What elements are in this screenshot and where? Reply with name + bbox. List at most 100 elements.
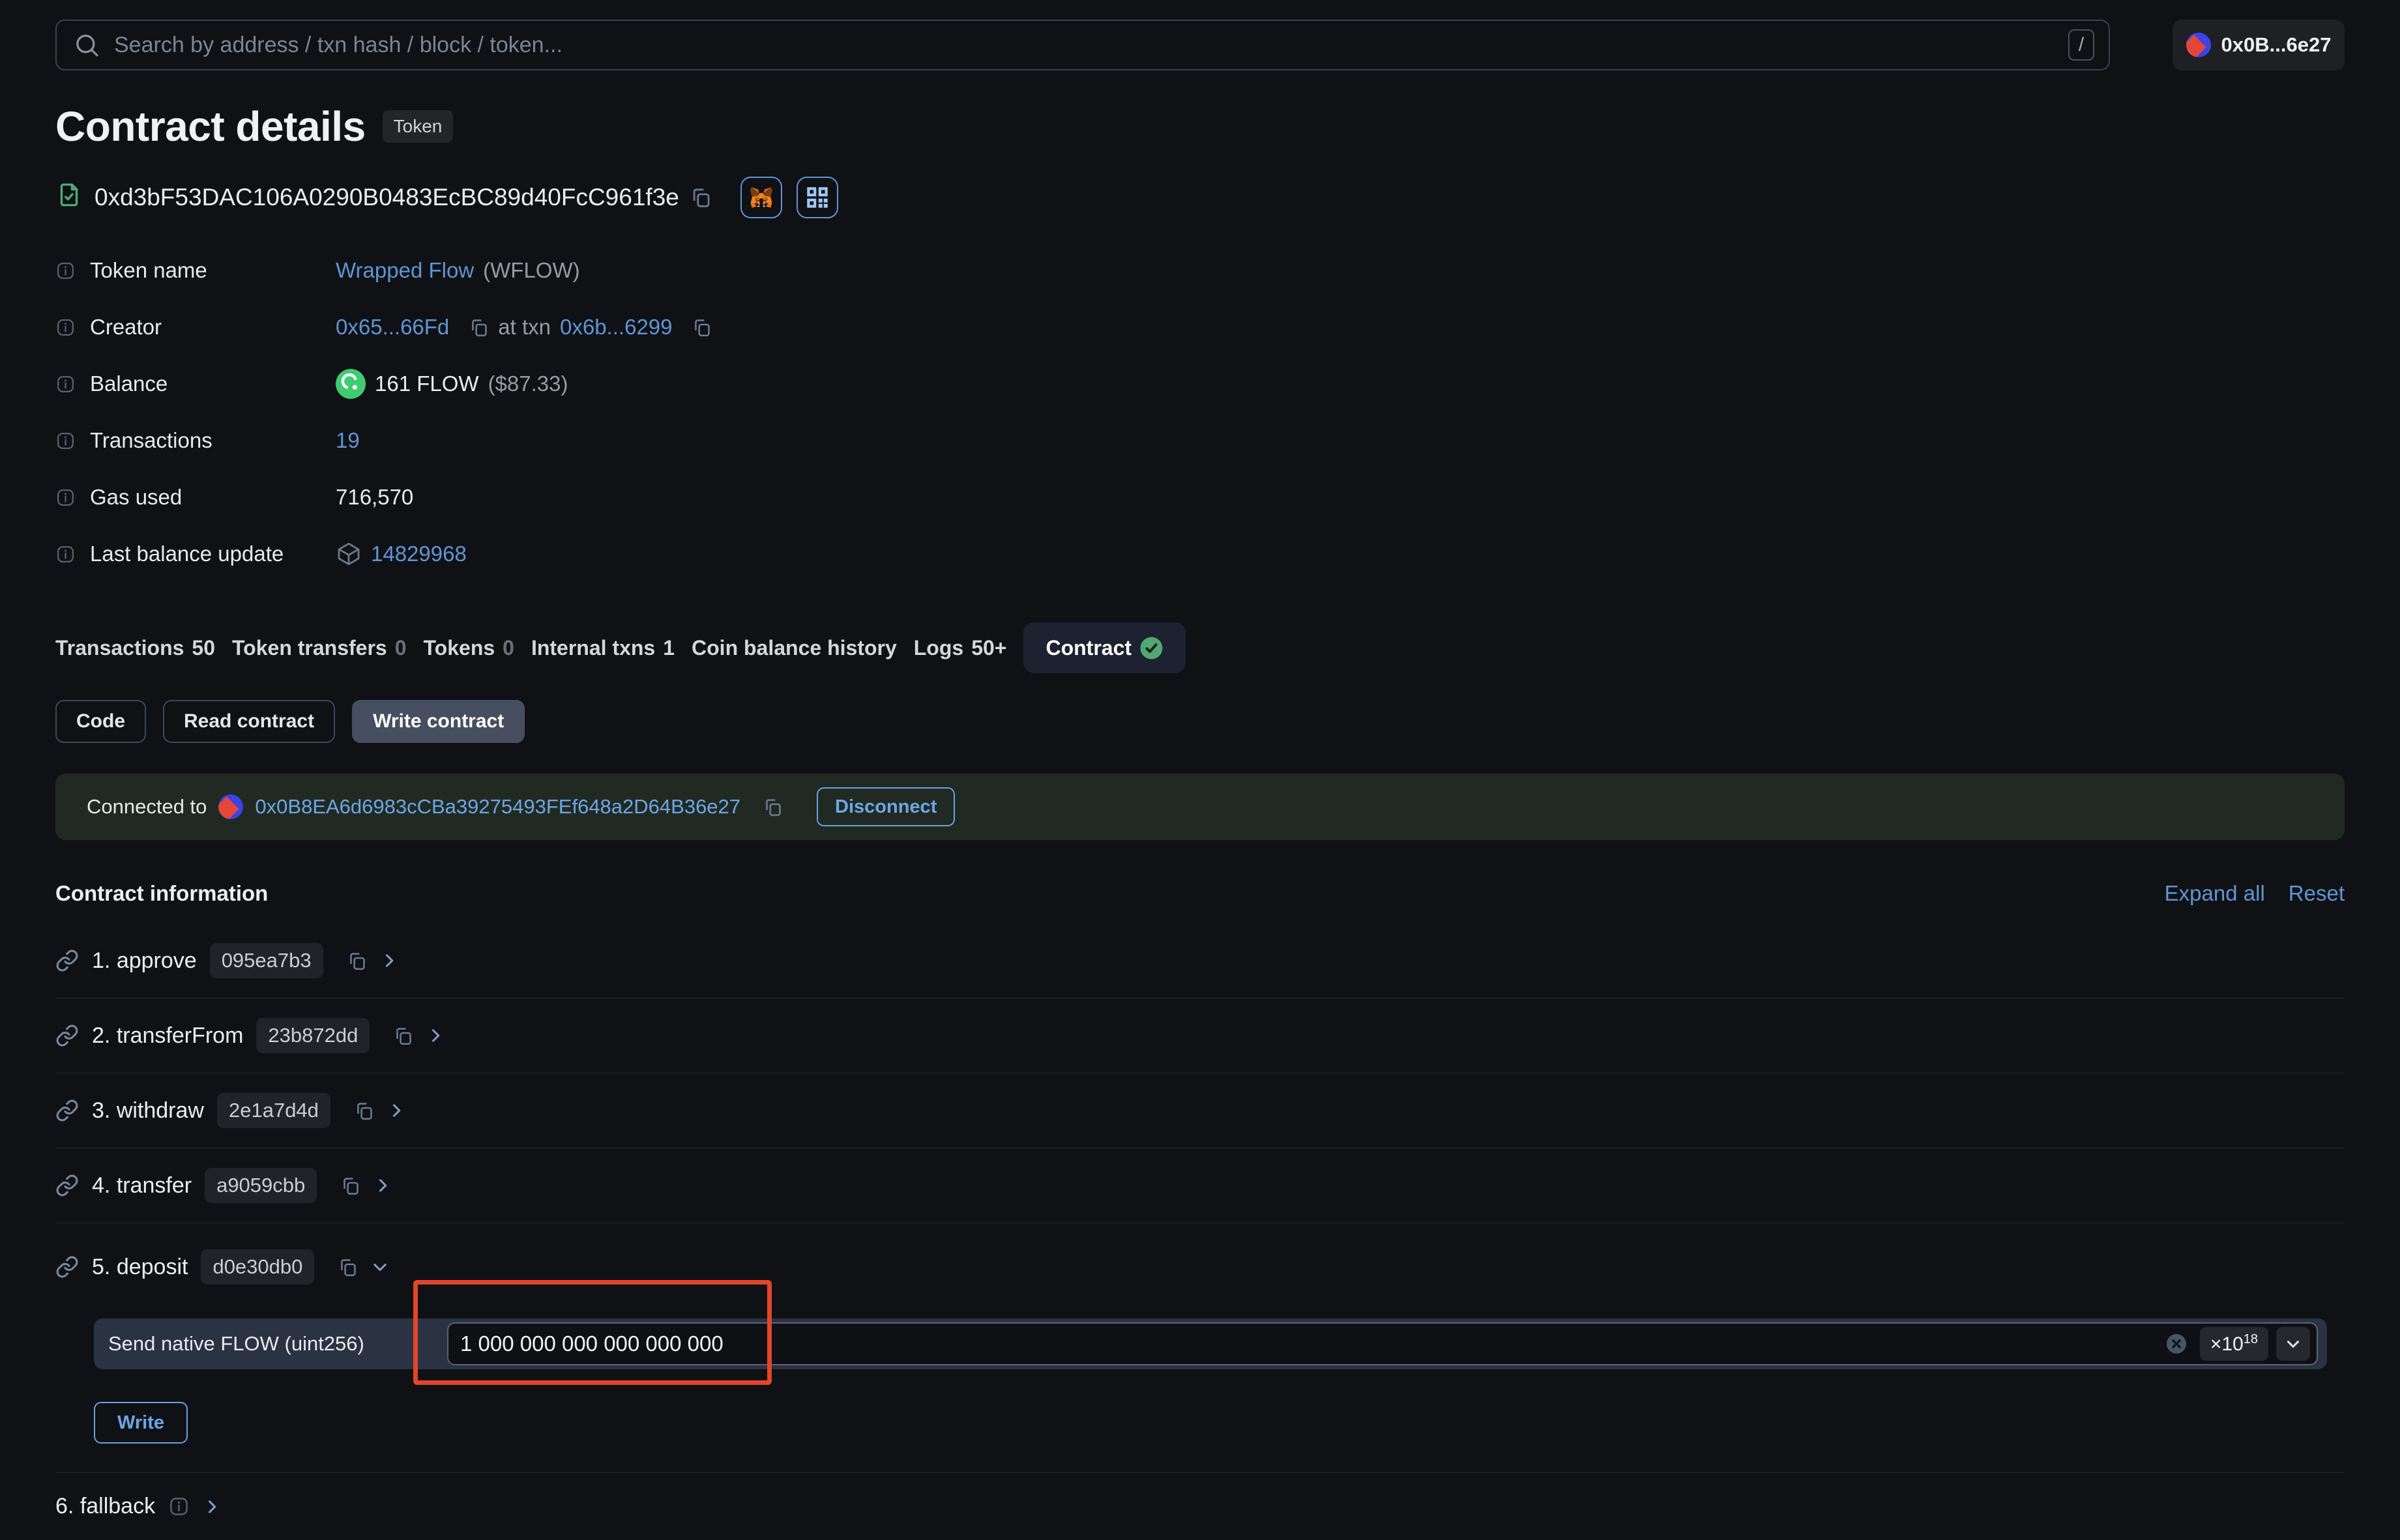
chevron-down-icon[interactable]	[371, 1258, 389, 1276]
fallback-info-icon[interactable]	[168, 1496, 190, 1517]
wallet-account-button[interactable]: 0x0B...6e27	[2173, 20, 2345, 70]
tab-count: 50+	[971, 636, 1006, 660]
connected-wallet-address[interactable]: 0x0B8EA6d6983cCBa39275493FEf648a2D64B36e…	[255, 795, 740, 819]
last-balance-update-block-link[interactable]: 14829968	[371, 542, 467, 566]
expand-all-link[interactable]: Expand all	[2165, 881, 2265, 906]
gas-used-value: 716,570	[336, 485, 413, 510]
method-block-deposit: 5. deposit d0e30db0 Send native FLOW (ui…	[55, 1223, 2345, 1473]
method-name: 3. withdraw	[92, 1098, 204, 1124]
deposit-form-row: Send native FLOW (uint256) ×1018	[94, 1318, 2327, 1369]
method-row-deposit[interactable]: 5. deposit d0e30db0	[55, 1223, 2345, 1304]
tab-token-transfers[interactable]: Token transfers0	[232, 622, 407, 673]
search-bar[interactable]: /	[55, 20, 2110, 70]
transactions-count-link[interactable]: 19	[336, 428, 360, 453]
block-cube-icon	[336, 541, 362, 567]
contract-info-table: Token name Wrapped Flow (WFLOW) Creator …	[55, 255, 2345, 569]
link-anchor-icon[interactable]	[55, 1024, 79, 1047]
method-selector-badge: d0e30db0	[201, 1249, 314, 1285]
qr-code-button[interactable]	[797, 177, 838, 218]
at-txn-label: at txn	[498, 315, 551, 340]
balance-usd: ($87.33)	[488, 371, 568, 396]
copy-connected-address-icon[interactable]	[763, 797, 783, 817]
amount-input[interactable]	[460, 1331, 2165, 1356]
multiplier-dropdown-button[interactable]	[2276, 1327, 2310, 1361]
tab-count: 1	[663, 636, 675, 660]
tab-coin-balance-history[interactable]: Coin balance history	[692, 622, 897, 673]
write-button[interactable]: Write	[94, 1402, 188, 1444]
copy-selector-icon[interactable]	[354, 1101, 374, 1121]
token-type-badge: Token	[383, 110, 454, 143]
method-row-withdraw[interactable]: 3. withdraw 2e1a7d4d	[55, 1073, 2345, 1148]
tab-tokens[interactable]: Tokens0	[424, 622, 514, 673]
copy-selector-icon[interactable]	[393, 1026, 413, 1046]
tab-logs[interactable]: Logs50+	[914, 622, 1007, 673]
info-label-text: Token name	[90, 258, 207, 283]
tab-transactions[interactable]: Transactions50	[55, 622, 215, 673]
contract-information-header: Contract information Expand all Reset	[55, 879, 2345, 908]
copy-address-icon[interactable]	[690, 186, 712, 209]
info-label-text: Gas used	[90, 485, 182, 510]
contract-details-page: / 0x0B...6e27 Contract details Token 0xd…	[0, 20, 2400, 1540]
method-row-approve[interactable]: 1. approve 095ea7b3	[55, 923, 2345, 998]
subtab-code[interactable]: Code	[55, 700, 146, 743]
method-selector-badge: 095ea7b3	[210, 943, 323, 978]
search-input[interactable]	[114, 33, 2068, 58]
disconnect-button[interactable]: Disconnect	[817, 787, 955, 826]
info-row-token-name: Token name Wrapped Flow (WFLOW)	[55, 255, 2345, 285]
reset-link[interactable]: Reset	[2289, 881, 2345, 906]
info-hint-icon[interactable]	[55, 431, 76, 451]
connected-to-label: Connected to	[87, 795, 207, 819]
info-label-text: Balance	[90, 371, 168, 396]
subtab-write-contract[interactable]: Write contract	[352, 700, 525, 743]
info-hint-icon[interactable]	[55, 487, 76, 508]
method-name: 4. transfer	[92, 1173, 192, 1199]
info-hint-icon[interactable]	[55, 317, 76, 338]
qr-code-icon	[804, 184, 831, 211]
flow-token-icon	[336, 369, 366, 399]
method-name: 6. fallback	[55, 1494, 155, 1519]
clear-input-icon[interactable]	[2165, 1332, 2188, 1356]
chevron-right-icon[interactable]	[373, 1176, 392, 1195]
link-anchor-icon[interactable]	[55, 1255, 79, 1279]
tab-contract[interactable]: Contract	[1023, 622, 1186, 673]
info-hint-icon[interactable]	[55, 374, 76, 394]
chevron-right-icon[interactable]	[203, 1498, 221, 1516]
creator-address-link[interactable]: 0x65...66Fd	[336, 315, 449, 340]
copy-selector-icon[interactable]	[338, 1257, 358, 1277]
copy-txn-hash-icon[interactable]	[692, 317, 712, 338]
send-native-flow-label: Send native FLOW (uint256)	[108, 1332, 447, 1356]
chevron-right-icon[interactable]	[387, 1101, 405, 1120]
write-methods-list: 1. approve 095ea7b3 2. transferFrom 23b8…	[55, 923, 2345, 1540]
link-anchor-icon[interactable]	[55, 949, 79, 972]
creation-txn-link[interactable]: 0x6b...6299	[560, 315, 672, 340]
tab-count: 0	[395, 636, 407, 660]
tab-count: 50	[192, 636, 215, 660]
tab-bar: Transactions50 Token transfers0 Tokens0 …	[55, 622, 2345, 673]
method-row-transfer[interactable]: 4. transfer a9059cbb	[55, 1148, 2345, 1223]
info-row-gas-used: Gas used 716,570	[55, 482, 2345, 512]
info-label-text: Transactions	[90, 428, 212, 453]
method-row-transferFrom[interactable]: 2. transferFrom 23b872dd	[55, 998, 2345, 1073]
topbar: / 0x0B...6e27	[55, 20, 2345, 70]
multiplier-badge[interactable]: ×1018	[2200, 1327, 2268, 1361]
page-title: Contract details	[55, 102, 366, 151]
method-row-fallback[interactable]: 6. fallback	[55, 1473, 2345, 1540]
copy-selector-icon[interactable]	[340, 1176, 360, 1196]
add-to-metamask-button[interactable]	[740, 177, 782, 218]
copy-selector-icon[interactable]	[347, 951, 367, 971]
link-anchor-icon[interactable]	[55, 1099, 79, 1122]
tab-internal-txns[interactable]: Internal txns1	[531, 622, 675, 673]
token-name-link[interactable]: Wrapped Flow	[336, 258, 474, 283]
copy-creator-address-icon[interactable]	[469, 317, 489, 338]
method-name: 2. transferFrom	[92, 1023, 243, 1049]
info-hint-icon[interactable]	[55, 261, 76, 281]
info-label-text: Creator	[90, 315, 162, 340]
info-hint-icon[interactable]	[55, 544, 76, 564]
chevron-right-icon[interactable]	[380, 952, 398, 970]
search-icon	[74, 32, 100, 58]
verified-contract-icon	[55, 181, 83, 214]
subtab-read-contract[interactable]: Read contract	[163, 700, 335, 743]
link-anchor-icon[interactable]	[55, 1174, 79, 1197]
chevron-right-icon[interactable]	[426, 1026, 445, 1045]
wallet-connected-banner: Connected to 0x0B8EA6d6983cCBa39275493FE…	[55, 774, 2345, 840]
